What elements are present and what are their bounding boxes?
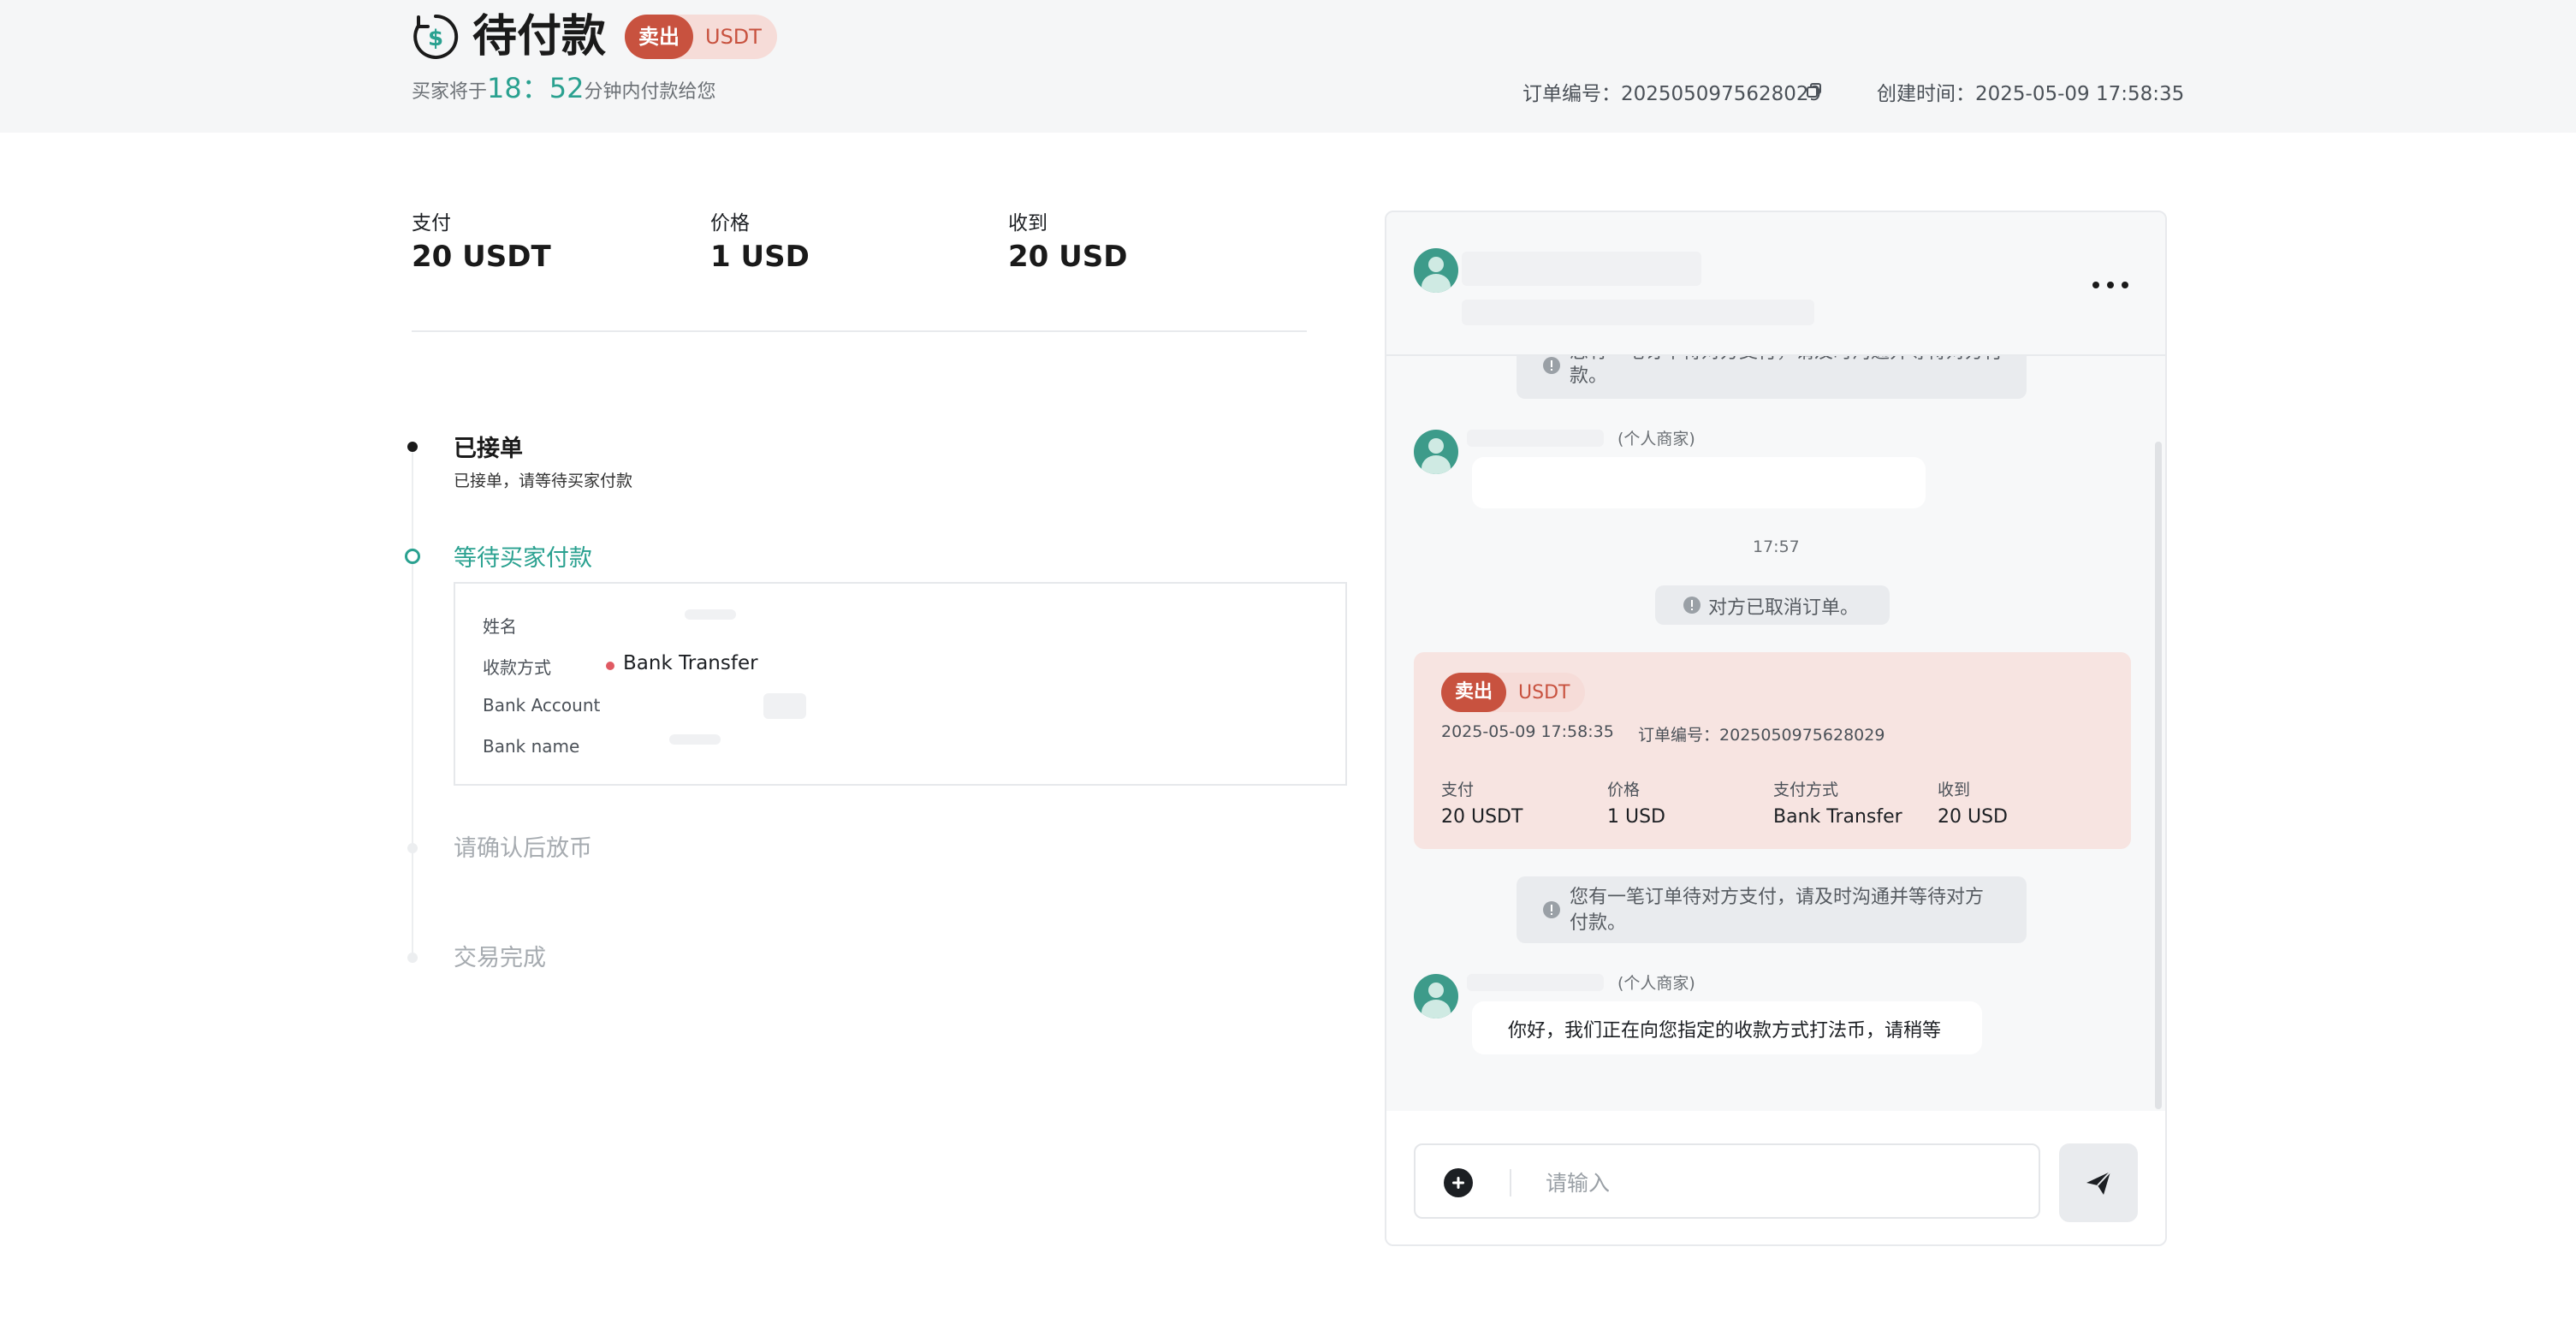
- receive-value: 20 USD: [1938, 806, 2008, 828]
- more-icon[interactable]: [2092, 281, 2129, 289]
- chat-panel: 您有一笔订单待对方支付，请及时沟通并等待对方付款。 (个人商家) 17:57 对…: [1385, 211, 2167, 1246]
- cancel-notice-text: 对方已取消订单。: [1708, 597, 1860, 619]
- system-message: 您有一笔订单待对方支付，请及时沟通并等待对方 付款。: [1517, 876, 2027, 943]
- created-time-label: 创建时间：: [1877, 83, 1975, 105]
- page-title: 待付款: [472, 11, 607, 62]
- countdown-minutes: 18: [487, 72, 522, 104]
- order-type-badge: 卖出 USDT: [625, 15, 777, 59]
- countdown-separator: ：: [521, 72, 549, 104]
- info-icon: [1543, 901, 1560, 918]
- step-complete-title: 交易完成: [454, 945, 546, 971]
- price-amount: 1 USD: [710, 240, 810, 274]
- send-icon: [2086, 1171, 2111, 1195]
- cancel-notice: 对方已取消订单。: [1655, 585, 1890, 625]
- info-icon: [1683, 597, 1701, 614]
- redacted-merchant-name: [1467, 974, 1604, 991]
- merchant-message-text: 你好，我们正在向您指定的收款方式打法币，请稍等: [1508, 1020, 1942, 1042]
- order-header: $ 待付款 卖出 USDT 买家将于18：52分钟内付款给您 订单编号：2025…: [0, 0, 2576, 133]
- countdown-prefix: 买家将于: [412, 81, 488, 103]
- svg-text:$: $: [428, 26, 443, 51]
- redacted-merchant-name: [1462, 252, 1701, 286]
- countdown-suffix: 分钟内付款给您: [584, 81, 716, 103]
- payment-method-dot: [606, 662, 614, 670]
- step-dot-pending: [407, 953, 418, 963]
- coin-badge: USDT: [1518, 681, 1570, 704]
- redacted-name: [685, 609, 736, 620]
- bank-name-label: Bank name: [483, 736, 580, 757]
- system-message-line1: 您有一笔订单待对方支付，请及时沟通并等待对方: [1570, 887, 1985, 908]
- coin-badge: USDT: [705, 25, 762, 49]
- sell-badge: 卖出: [625, 15, 693, 59]
- chat-header: [1386, 212, 2165, 356]
- info-icon: [1543, 357, 1560, 374]
- bank-account-label: Bank Account: [483, 695, 601, 715]
- chat-input-bar: [1386, 1111, 2165, 1244]
- merchant-avatar: [1414, 248, 1458, 293]
- payment-method-label: 收款方式: [483, 657, 551, 678]
- step-dot-active: [405, 549, 420, 564]
- copy-icon[interactable]: [1806, 82, 1823, 99]
- send-button[interactable]: [2059, 1143, 2138, 1222]
- redacted-message-bubble: [1472, 457, 1926, 508]
- price-label: 价格: [1607, 781, 1641, 799]
- step-accepted-subtitle: 已接单，请等待买家付款: [454, 472, 633, 490]
- countdown-seconds: 52: [549, 72, 585, 104]
- pay-amount: 20 USDT: [412, 240, 551, 274]
- merchant-message-bubble: 你好，我们正在向您指定的收款方式打法币，请稍等: [1472, 1001, 1982, 1054]
- dollar-clock-icon: $: [413, 14, 459, 59]
- timeline-line: [412, 445, 413, 959]
- order-datetime: 2025-05-09 17:58:35: [1441, 722, 1614, 741]
- order-summary-card[interactable]: 卖出 USDT 2025-05-09 17:58:35 订单编号：2025050…: [1414, 652, 2131, 849]
- receive-amount: 20 USD: [1008, 240, 1128, 274]
- order-number: 订单编号：2025050975628029: [1522, 77, 1821, 106]
- step-release-title: 请确认后放币: [454, 835, 592, 862]
- price-value: 1 USD: [1607, 806, 1665, 828]
- name-label: 姓名: [483, 616, 517, 637]
- plus-icon[interactable]: [1443, 1167, 1474, 1198]
- receive-label: 收到: [1938, 781, 1971, 799]
- redacted-merchant-name: [1467, 430, 1604, 447]
- order-number-label: 订单编号：: [1522, 83, 1621, 105]
- step-dot-pending: [407, 843, 418, 853]
- step-dot-done: [407, 442, 418, 452]
- pay-label: 支付: [412, 212, 451, 235]
- input-separator: [1510, 1169, 1511, 1196]
- chat-scrollbar[interactable]: [2155, 442, 2162, 1109]
- order-type-badge: 卖出 USDT: [1441, 673, 1586, 712]
- system-message-line2: 付款。: [1570, 912, 1627, 934]
- chat-message-input[interactable]: [1544, 1161, 2009, 1205]
- step-awaiting-payment-title: 等待买家付款: [454, 545, 592, 572]
- merchant-tag: (个人商家): [1617, 430, 1695, 448]
- order-number: 订单编号：2025050975628029: [1638, 722, 1885, 745]
- redacted-merchant-info: [1462, 300, 1814, 325]
- step-accepted-title: 已接单: [454, 436, 523, 462]
- order-number-value: 2025050975628029: [1621, 83, 1822, 105]
- sell-badge: 卖出: [1441, 673, 1507, 712]
- payment-method-value: Bank Transfer: [623, 652, 758, 674]
- order-number-label: 订单编号：: [1638, 726, 1720, 745]
- merchant-avatar: [1414, 430, 1458, 474]
- order-number-value: 2025050975628029: [1719, 726, 1885, 745]
- created-time: 创建时间：2025-05-09 17:58:35: [1877, 77, 2184, 106]
- redacted-bank-name: [669, 734, 721, 745]
- created-time-value: 2025-05-09 17:58:35: [1975, 83, 2185, 105]
- chat-input-wrapper: [1414, 1143, 2040, 1219]
- summary-divider: [412, 330, 1307, 332]
- payment-details-card: 姓名 收款方式 Bank Transfer Bank Account Bank …: [454, 582, 1347, 786]
- countdown-text: 买家将于18：52分钟内付款给您: [412, 70, 715, 110]
- merchant-avatar: [1414, 974, 1458, 1018]
- message-time: 17:57: [1753, 537, 1800, 556]
- pay-label: 支付: [1441, 781, 1475, 799]
- receive-label: 收到: [1008, 212, 1048, 235]
- merchant-tag: (个人商家): [1617, 974, 1695, 993]
- redacted-bank-account: [763, 693, 806, 719]
- price-label: 价格: [710, 212, 750, 235]
- payment-method-label: 支付方式: [1773, 781, 1839, 799]
- pay-value: 20 USDT: [1441, 806, 1523, 828]
- payment-method-value: Bank Transfer: [1773, 806, 1902, 828]
